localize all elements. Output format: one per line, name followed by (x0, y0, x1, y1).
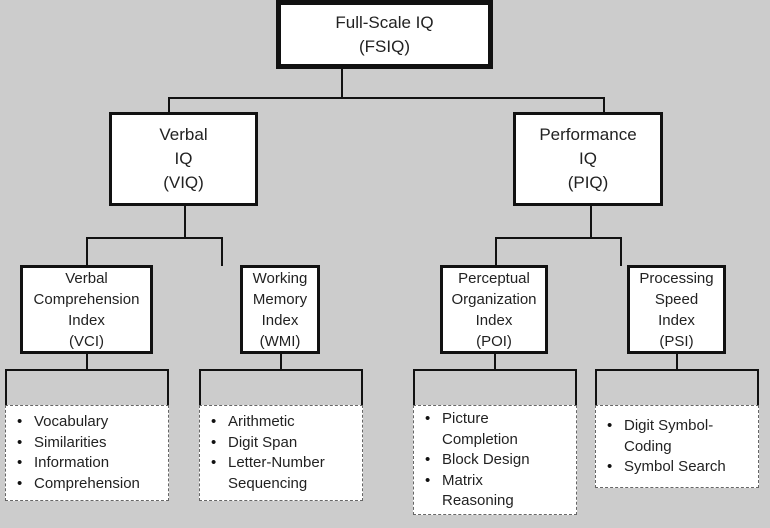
psi-line1: Processing (639, 269, 714, 287)
poi-box: Perceptual Organization Index (POI) (440, 265, 548, 354)
connector (595, 369, 597, 406)
subtest-item: Similarities (6, 433, 168, 454)
connector (5, 369, 7, 406)
subtest-item: Letter-Number Sequencing (200, 453, 340, 494)
poi-line3: Index (475, 311, 513, 329)
wmi-subtests: Arithmetic Digit Span Letter-Number Sequ… (199, 405, 363, 501)
vci-box: Verbal Comprehension Index (VCI) (20, 265, 153, 354)
fsiq-title: Full-Scale IQ (335, 12, 434, 32)
subtest-item: Digit Span (200, 433, 340, 454)
connector (221, 237, 223, 266)
connector (495, 237, 622, 239)
connector (676, 352, 678, 370)
subtest-item: Comprehension (6, 474, 168, 495)
subtest-item: Symbol Search (596, 457, 751, 478)
subtest-item: Vocabulary (6, 412, 168, 433)
vci-line3: Index (68, 311, 105, 329)
subtest-item: Digit Symbol-Coding (596, 416, 724, 457)
piq-line1: Performance (539, 125, 637, 144)
vci-line2: Comprehension (33, 290, 140, 308)
connector (361, 369, 363, 406)
psi-abbrev: (PSI) (659, 332, 694, 350)
subtest-item: Block Design (414, 450, 539, 471)
viq-line2: IQ (174, 149, 193, 168)
fsiq-abbrev: (FSIQ) (359, 36, 410, 56)
connector (280, 352, 282, 370)
poi-abbrev: (POI) (476, 332, 512, 350)
psi-line3: Index (658, 311, 695, 329)
connector (595, 369, 759, 371)
vci-subtests: Vocabulary Similarities Information Comp… (5, 405, 169, 501)
poi-line1: Perceptual (458, 269, 530, 287)
connector (184, 205, 186, 238)
wmi-line3: Index (261, 311, 299, 329)
connector (494, 352, 496, 370)
psi-subtests: Digit Symbol-Coding Symbol Search (595, 405, 759, 488)
psi-box: Processing Speed Index (PSI) (627, 265, 726, 354)
piq-line2: IQ (579, 149, 597, 168)
connector (199, 369, 363, 371)
connector (620, 237, 622, 266)
connector (168, 97, 170, 113)
wmi-line1: Working (252, 269, 308, 287)
fsiq-box: Full-Scale IQ (FSIQ) (276, 0, 493, 69)
piq-abbrev: (PIQ) (567, 173, 609, 192)
connector (168, 97, 605, 99)
connector (575, 369, 577, 406)
connector (603, 97, 605, 113)
viq-line1: Verbal (159, 125, 208, 144)
connector (757, 369, 759, 406)
poi-subtests: Picture Completion Block Design Matrix R… (413, 405, 577, 515)
connector (86, 237, 223, 239)
connector (413, 369, 415, 406)
connector (167, 369, 169, 406)
piq-box: Performance IQ (PIQ) (513, 112, 663, 206)
connector (495, 237, 497, 266)
psi-line2: Speed (654, 290, 699, 308)
wmi-abbrev: (WMI) (259, 332, 301, 350)
connector (86, 352, 88, 370)
viq-abbrev: (VIQ) (163, 173, 204, 192)
connector (199, 369, 201, 406)
vci-abbrev: (VCI) (69, 332, 104, 350)
connector (341, 68, 343, 98)
connector (86, 237, 88, 266)
subtest-item: Matrix Reasoning (414, 471, 539, 512)
viq-box: Verbal IQ (VIQ) (109, 112, 258, 206)
wmi-box: Working Memory Index (WMI) (240, 265, 320, 354)
subtest-item: Information (6, 453, 168, 474)
subtest-item: Picture Completion (414, 409, 539, 450)
wmi-line2: Memory (252, 290, 308, 308)
connector (5, 369, 169, 371)
subtest-item: Arithmetic (200, 412, 340, 433)
connector (590, 205, 592, 238)
poi-line2: Organization (451, 290, 537, 308)
vci-line1: Verbal (65, 269, 108, 287)
connector (413, 369, 577, 371)
